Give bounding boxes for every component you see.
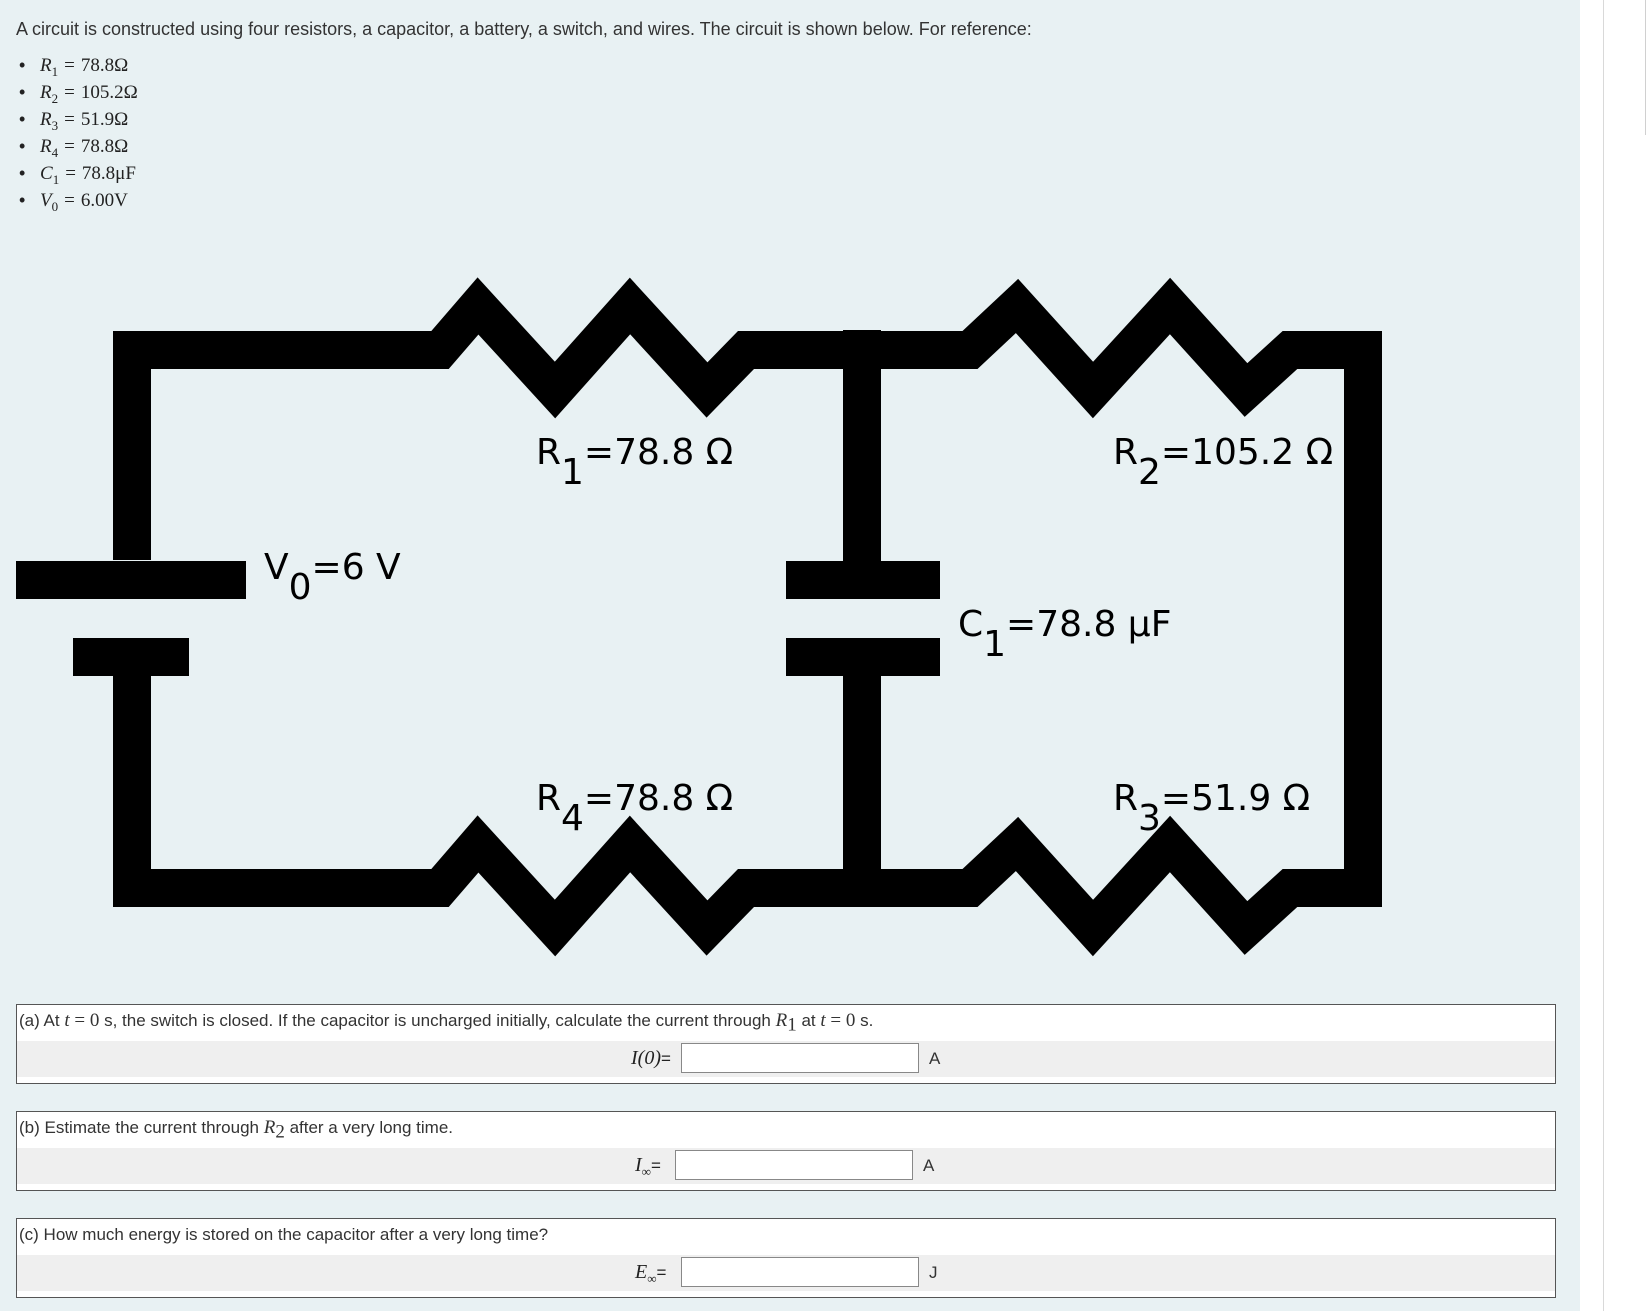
answer-b-label: I∞= — [635, 1154, 661, 1179]
r4-label: R4=78.8 Ω — [536, 778, 734, 839]
question-b-text: (b) Estimate the current through R2 afte… — [19, 1117, 454, 1143]
capacitor-bottom-plate — [786, 638, 940, 676]
answer-a-input[interactable] — [681, 1043, 919, 1073]
top-wire-left — [113, 277, 870, 560]
c1-label: C1=78.8 μF — [958, 604, 1172, 665]
battery-long-plate — [16, 561, 246, 599]
answer-b-input[interactable] — [675, 1150, 913, 1180]
r2-label: R2=105.2 Ω — [1113, 432, 1334, 493]
capacitor-top-plate — [786, 561, 940, 599]
answer-a-unit: A — [929, 1049, 941, 1068]
answer-a-label: I(0)= — [631, 1047, 671, 1069]
battery-label: V0=6 V — [264, 547, 401, 608]
r3-label: R3=51.9 Ω — [1113, 778, 1311, 839]
question-a: (a) At t = 0 s, the switch is closed. If… — [16, 1004, 1556, 1084]
question-b: (b) Estimate the current through R2 afte… — [16, 1111, 1556, 1191]
answer-c-input[interactable] — [681, 1257, 919, 1287]
answer-row-a: I(0)= A — [17, 1041, 1555, 1077]
answer-b-unit: A — [923, 1156, 935, 1175]
answer-c-label: E∞= — [635, 1261, 667, 1286]
question-a-text: (a) At t = 0 s, the switch is closed. If… — [19, 1010, 874, 1036]
answer-row-b: I∞= A — [17, 1148, 1555, 1184]
answer-row-c: E∞= J — [17, 1255, 1555, 1291]
answer-c-unit: J — [929, 1263, 938, 1282]
battery-short-plate — [73, 638, 189, 676]
question-c-text: (c) How much energy is stored on the cap… — [19, 1225, 549, 1244]
r1-label: R1=78.8 Ω — [536, 432, 734, 493]
circuit-diagram — [16, 277, 1382, 957]
question-c: (c) How much energy is stored on the cap… — [16, 1218, 1556, 1298]
